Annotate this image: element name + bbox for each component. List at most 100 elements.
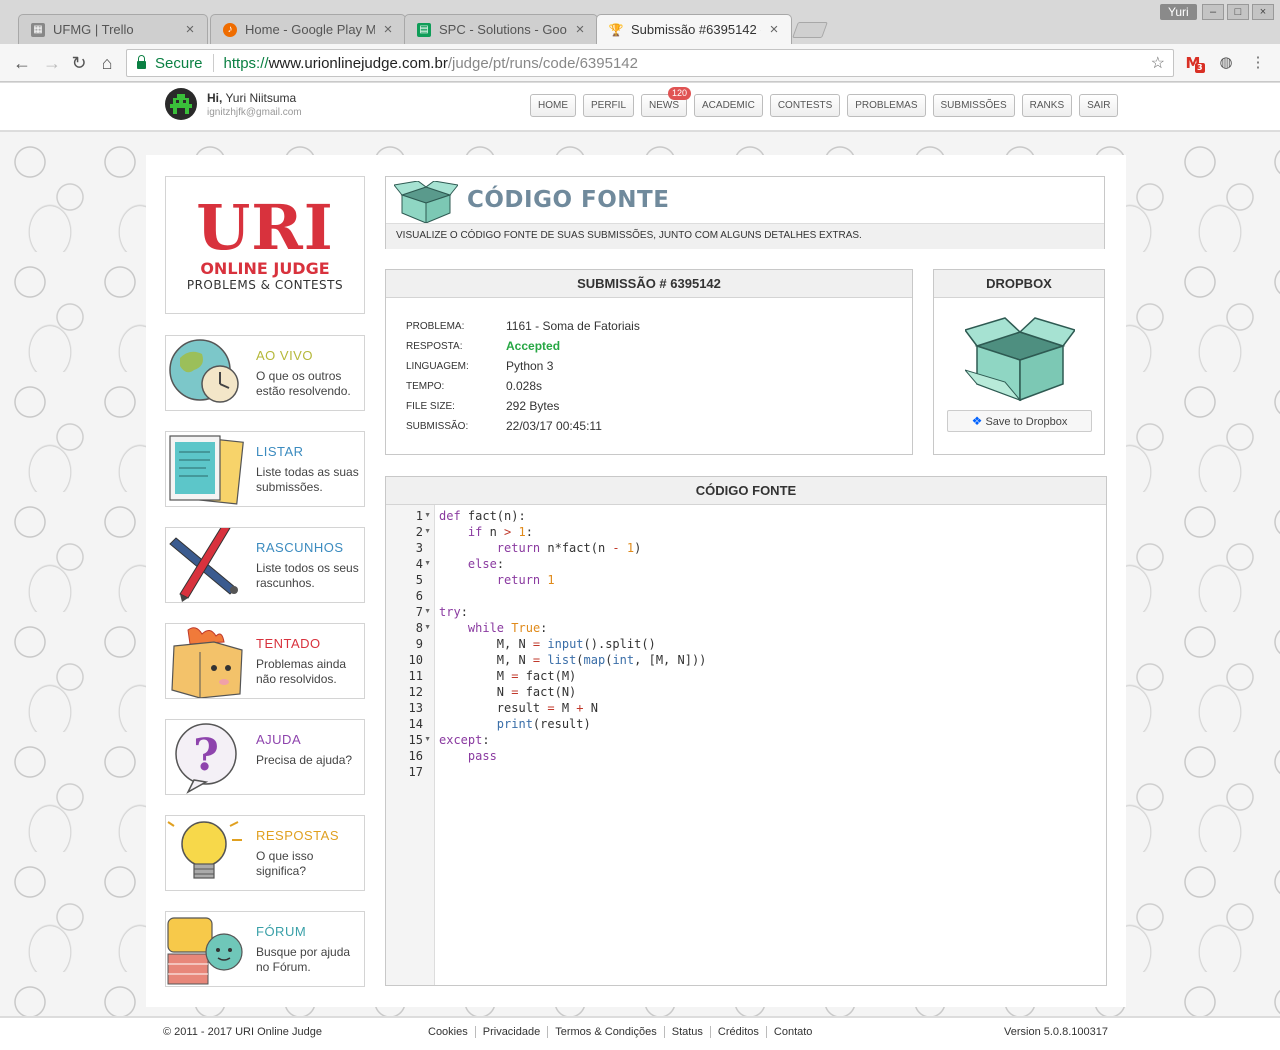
info-row: LINGUAGEM: Python 3 [406, 358, 553, 374]
sidebar-item-desc: Precisa de ajuda? [256, 753, 353, 767]
tab-close-icon[interactable]: × [767, 21, 781, 38]
code-line: print(result) [496, 717, 591, 731]
browser-menu-icon[interactable]: ⋮ [1248, 53, 1268, 73]
list-papers-icon [169, 435, 244, 505]
tab-close-icon[interactable]: × [381, 21, 395, 38]
copyright: © 2011 - 2017 URI Online Judge [163, 1026, 322, 1038]
footer-link-cookies[interactable]: Cookies [421, 1026, 476, 1038]
code-line: else: [467, 557, 505, 571]
tab-close-icon[interactable]: × [573, 21, 587, 38]
sidebar-item-tentado[interactable]: TENTADO Problemas ainda não resolvidos. [165, 623, 365, 699]
fold-arrow-icon[interactable]: ▼ [424, 620, 431, 636]
browser-tab-active[interactable]: 🏆 Submissão #6395142 - × [596, 14, 792, 44]
nav-contests[interactable]: CONTESTS [769, 94, 841, 117]
sidebar-item-respostas[interactable]: RESPOSTAS O que isso significa? [165, 815, 365, 891]
problem-value[interactable]: 1161 - Soma de Fatoriais [506, 319, 640, 333]
footer-link-creditos[interactable]: Créditos [711, 1026, 767, 1038]
footer-link-privacidade[interactable]: Privacidade [476, 1026, 549, 1038]
line-number: 5 [415, 573, 423, 587]
nav-perfil[interactable]: PERFIL [583, 94, 635, 117]
code-line: M, N = input().split() [439, 637, 656, 651]
browser-tab[interactable]: ▤ SPC - Solutions - Google × [404, 14, 598, 44]
new-tab-button[interactable] [792, 22, 828, 38]
nav-news[interactable]: NEWS 120 [641, 87, 692, 117]
code-line: return 1 [496, 573, 555, 587]
maximize-button[interactable]: □ [1227, 4, 1249, 20]
version-label: Version 5.0.8.100317 [1004, 1026, 1108, 1038]
reload-icon[interactable]: ↻ [68, 52, 90, 74]
browser-tab[interactable]: ♪ Home - Google Play Mú × [210, 14, 406, 44]
close-window-button[interactable]: × [1252, 4, 1274, 20]
browser-tabstrip: ▦ UFMG | Trello × ♪ Home - Google Play M… [0, 0, 1280, 44]
site-header: Hi, Yuri Niitsuma ignitzhjfk@gmail.com H… [0, 83, 1280, 131]
footer-link-termos[interactable]: Termos & Condições [548, 1026, 665, 1038]
line-number: 11 [408, 669, 423, 683]
sidebar-item-ao-vivo[interactable]: AO VIVO O que os outros estão resolvendo… [165, 335, 365, 411]
dropbox-heading: DROPBOX [934, 270, 1104, 298]
logo-uri-text: URI [196, 191, 334, 264]
gmail-extension-icon[interactable]: M3 [1183, 53, 1205, 73]
info-value: 22/03/17 00:45:11 [506, 419, 602, 433]
sidebar-item-rascunhos[interactable]: RASCUNHOS Liste todos os seus rascunhos. [165, 527, 365, 603]
info-key: SUBMISSÃO: [406, 420, 469, 432]
user-name: Yuri Niitsuma [225, 91, 297, 105]
sidebar-item-desc: O que os outros estão resolvendo. [256, 369, 351, 398]
bookmark-star-icon[interactable]: ☆ [1151, 53, 1165, 73]
sidebar-item-title: AJUDA [256, 732, 302, 747]
code-line: if n > 1: [467, 525, 533, 539]
code-line: M, N = list(map(int, [M, N])) [439, 653, 707, 667]
sidebar-item-forum[interactable]: FÓRUM Busque por ajuda no Fórum. [165, 911, 365, 987]
back-arrow-icon[interactable]: ← [11, 52, 33, 74]
footer-link-contato[interactable]: Contato [767, 1026, 820, 1038]
nav-submissoes[interactable]: SUBMISSÕES [932, 94, 1015, 117]
avatar[interactable] [165, 88, 197, 120]
minimize-button[interactable]: – [1202, 4, 1224, 20]
tab-label: UFMG | Trello [53, 22, 134, 37]
svg-text:?: ? [193, 730, 219, 781]
browser-tab[interactable]: ▦ UFMG | Trello × [18, 14, 208, 44]
page-title: CÓDIGO FONTE [467, 187, 670, 213]
line-number: 7 [415, 605, 423, 619]
nav-sair[interactable]: SAIR [1079, 94, 1119, 117]
tab-close-icon[interactable]: × [183, 21, 197, 38]
info-row: SUBMISSÃO: 22/03/17 00:45:11 [406, 418, 602, 434]
nav-news-label: NEWS [649, 100, 680, 111]
line-number: 1 [415, 509, 423, 523]
code-editor[interactable]: 1 ▼ 2 ▼ 3 4 ▼ 5 6 7 ▼ 8 ▼ 9 10 11 12 13 14 15 ▼ 16 17 def fact… [386, 505, 1106, 985]
gmail-count-badge: 3 [1195, 63, 1205, 73]
home-icon[interactable]: ⌂ [96, 52, 118, 74]
sidebar-item-listar[interactable]: LISTAR Liste todas as suas submissões. [165, 431, 365, 507]
line-number: 2 [415, 525, 423, 539]
nav-problemas[interactable]: PROBLEMAS [847, 94, 926, 117]
burning-box-icon [171, 627, 243, 698]
sidebar-item-title: RASCUNHOS [256, 540, 344, 555]
fold-arrow-icon[interactable]: ▼ [424, 604, 431, 620]
status-badge: Accepted [506, 339, 561, 353]
code-line: def fact(n): [439, 509, 526, 523]
lightbulb-extension-icon[interactable]: ◍ [1216, 53, 1236, 73]
sidebar-item-title: FÓRUM [256, 924, 307, 939]
save-to-dropbox-button[interactable]: ❖ Save to Dropbox [947, 410, 1092, 432]
address-bar[interactable]: Secure https://www.urionlinejudge.com.br… [126, 49, 1174, 77]
fold-arrow-icon[interactable]: ▼ [424, 556, 431, 572]
info-key: LINGUAGEM: [406, 360, 469, 372]
browser-profile-button[interactable]: Yuri [1160, 4, 1197, 20]
uri-logo[interactable]: URI ONLINE JUDGE PROBLEMS & CONTESTS [165, 176, 365, 314]
fold-arrow-icon[interactable]: ▼ [424, 524, 431, 540]
forward-arrow-icon[interactable]: → [41, 52, 63, 74]
code-line: M = fact(M) [439, 669, 577, 683]
nav-ranks[interactable]: RANKS [1021, 94, 1073, 117]
chat-bubbles-icon [167, 917, 243, 985]
code-line: return n*fact(n - 1) [496, 541, 642, 555]
tab-label: Submissão #6395142 - [631, 22, 761, 37]
dropbox-box-icon [965, 317, 1075, 402]
footer-link-status[interactable]: Status [665, 1026, 711, 1038]
sidebar-item-ajuda[interactable]: ? AJUDA Precisa de ajuda? [165, 719, 365, 795]
nav-home[interactable]: HOME [530, 94, 576, 117]
fold-arrow-icon[interactable]: ▼ [424, 732, 431, 748]
code-line: pass [467, 749, 497, 763]
info-row: PROBLEMA: 1161 - Soma de Fatoriais [406, 318, 640, 334]
fold-arrow-icon[interactable]: ▼ [424, 508, 431, 524]
nav-academic[interactable]: ACADEMIC [694, 94, 763, 117]
info-value: Python 3 [506, 359, 554, 373]
